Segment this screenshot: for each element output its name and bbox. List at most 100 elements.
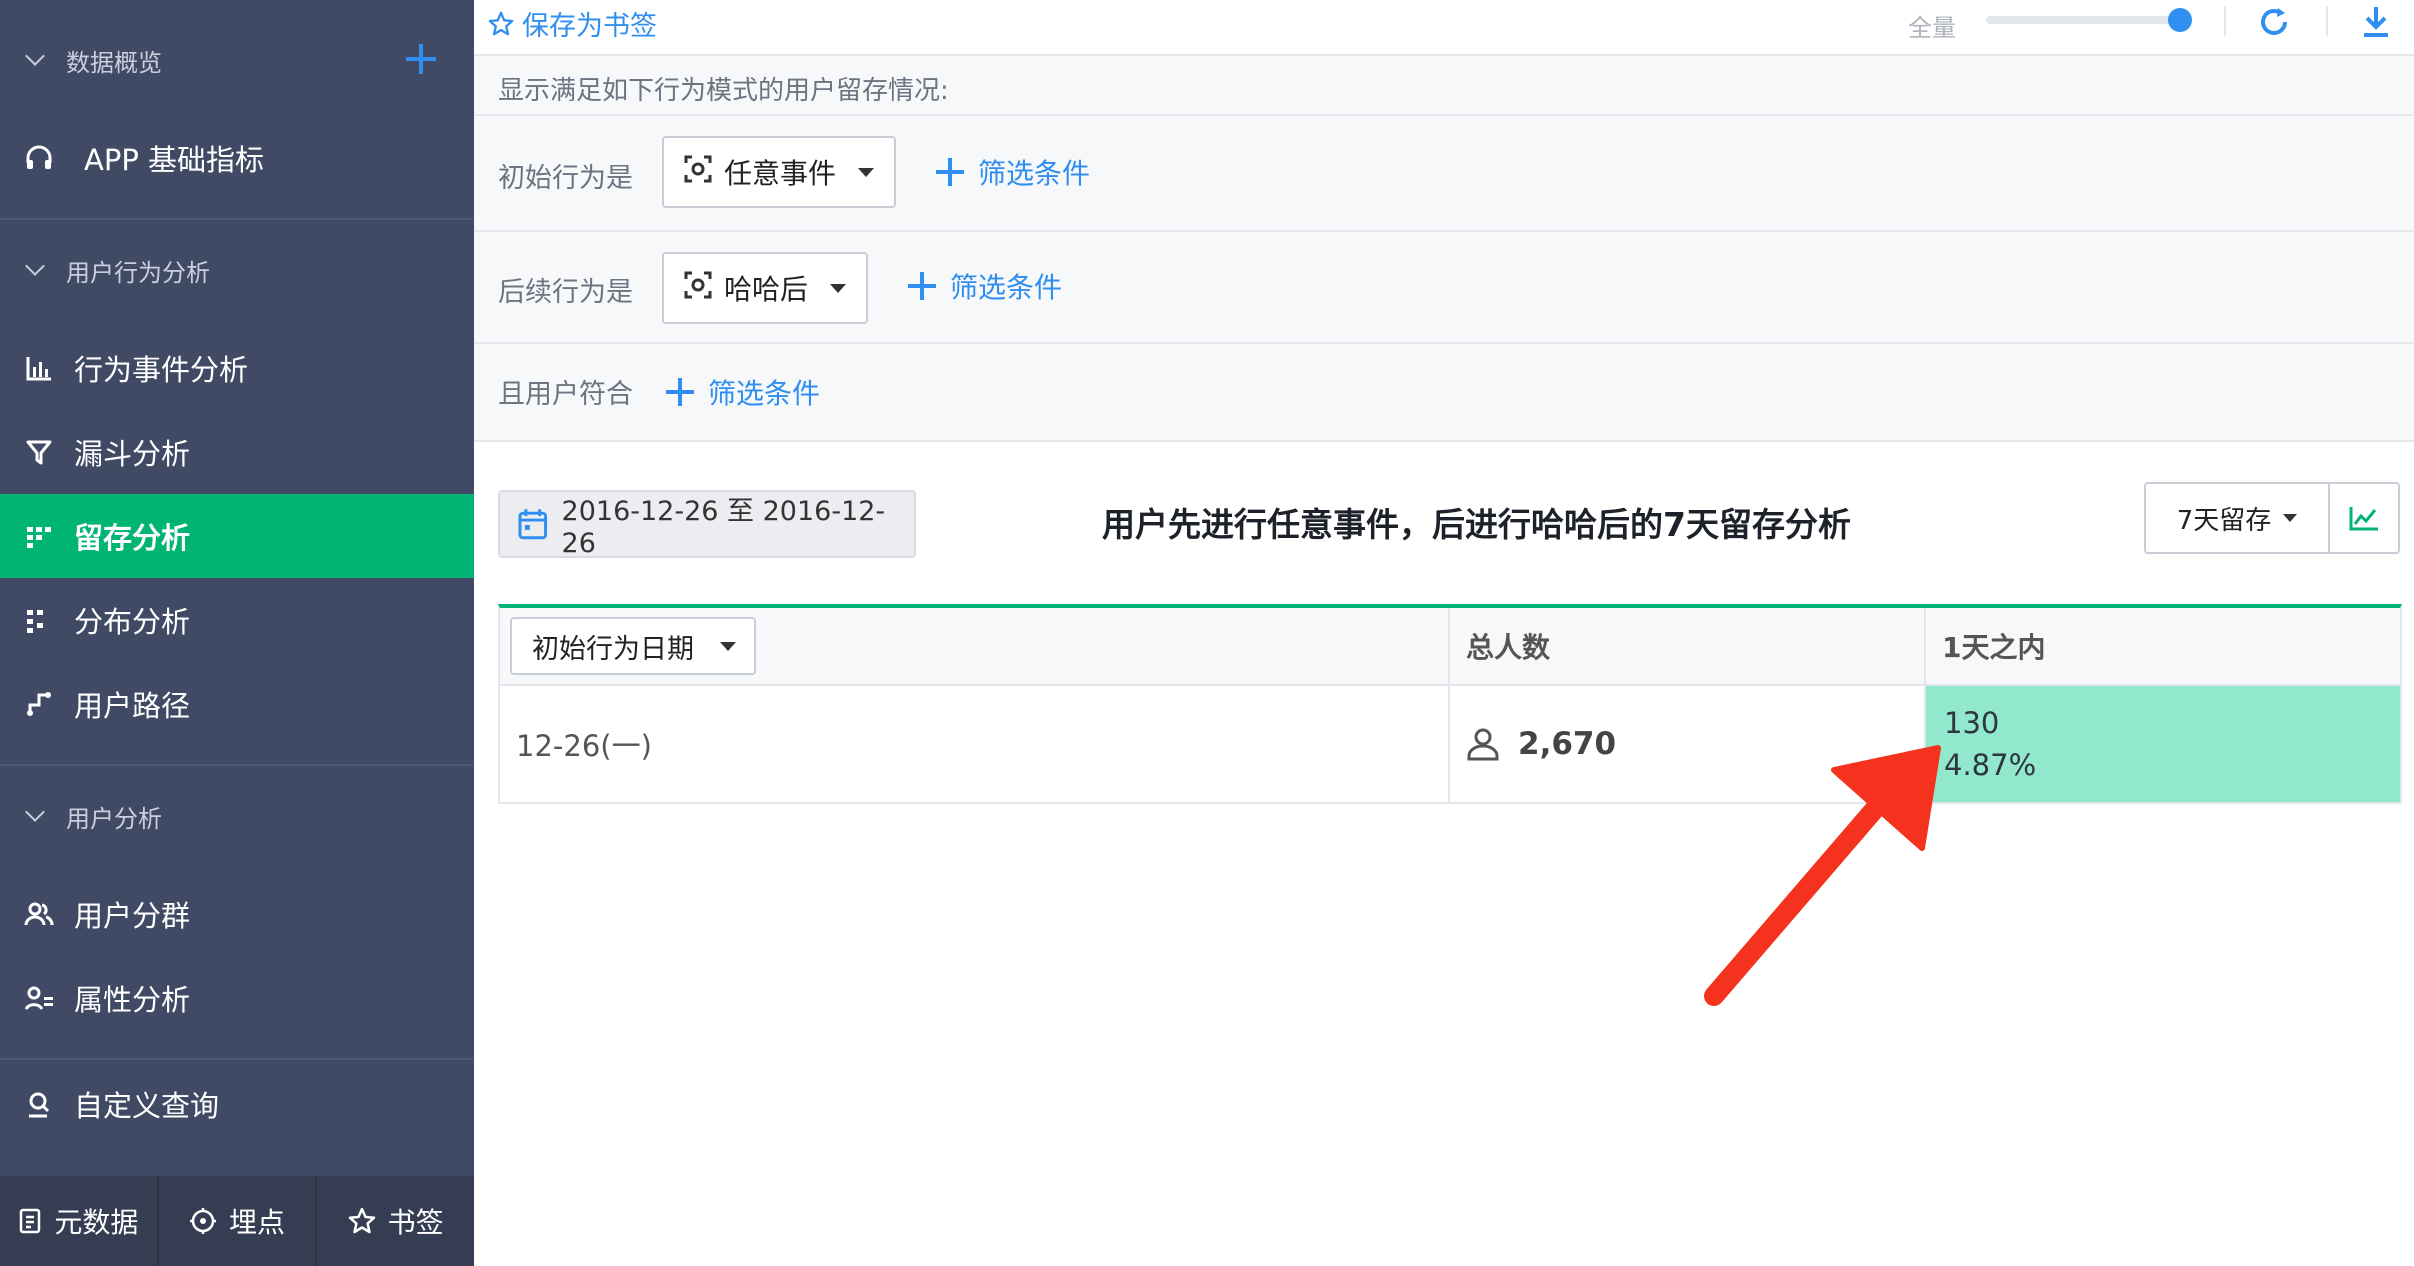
bar-chart-icon [22, 351, 56, 385]
user-condition-row: 且用户符合 筛选条件 [474, 342, 2414, 442]
users-group-icon [22, 897, 56, 931]
section-user-behavior[interactable]: 用户行为分析 [0, 228, 474, 312]
add-subsequent-filter-button[interactable]: 筛选条件 [908, 266, 1062, 306]
line-chart-icon [2349, 507, 2378, 531]
initial-behavior-label: 初始行为是 [498, 163, 633, 194]
table-header-day1: 1天之内 [1924, 608, 2400, 686]
sidebar-item-label: 漏斗分析 [74, 437, 191, 471]
add-user-filter-button[interactable]: 筛选条件 [666, 372, 820, 412]
top-toolbar: 保存为书签 全量 [474, 0, 2414, 56]
caret-down-icon [2283, 514, 2298, 522]
section-label: 用户分析 [66, 804, 162, 833]
behavior-filter-panel: 显示满足如下行为模式的用户留存情况: 初始行为是 任意事件 筛选条件 后续行为是 [474, 56, 2414, 442]
user-icon [1467, 728, 1499, 761]
filter-intro-text: 显示满足如下行为模式的用户留存情况: [498, 76, 949, 106]
date-range-value: 2016-12-26 至 2016-12-26 [561, 496, 886, 559]
save-bookmark-link[interactable]: 保存为书签 [488, 4, 657, 43]
subsequent-behavior-label: 后续行为是 [498, 277, 633, 308]
add-initial-filter-button[interactable]: 筛选条件 [936, 152, 1090, 192]
day1-retention-rate: 4.87% [1944, 748, 2037, 782]
tracking-label: 埋点 [229, 1206, 286, 1239]
save-bookmark-label: 保存为书签 [522, 11, 657, 42]
calendar-icon [518, 509, 548, 540]
bookmarks-label: 书签 [387, 1206, 444, 1239]
metadata-button[interactable]: 元数据 [0, 1176, 159, 1266]
chevron-down-icon [25, 46, 45, 66]
tracking-button[interactable]: 埋点 [159, 1176, 318, 1266]
sidebar-item-label: 用户分群 [74, 899, 191, 933]
main-content: 保存为书签 全量 显示满足如下行为模式的用户留存情况: 初始行为是 任意事件 筛… [474, 0, 2414, 1266]
refresh-button[interactable] [2254, 2, 2294, 42]
date-range-picker[interactable]: 2016-12-26 至 2016-12-26 [498, 490, 916, 559]
sidebar-divider [0, 764, 474, 766]
sidebar-item-label: 分布分析 [74, 605, 191, 639]
path-icon [22, 687, 56, 721]
section-data-overview[interactable]: 数据概览 [0, 18, 474, 102]
caret-down-icon [720, 641, 736, 651]
row-date: 12-26(一) [516, 729, 652, 763]
download-button[interactable] [2356, 2, 2396, 42]
table-header-date: 初始行为日期 [500, 608, 1448, 686]
sampling-slider-handle[interactable] [2168, 8, 2192, 32]
user-attribute-icon [22, 981, 56, 1015]
document-icon [20, 1208, 41, 1234]
section-label: 用户行为分析 [66, 258, 210, 287]
headphones-icon [22, 141, 56, 175]
plus-icon [936, 158, 964, 186]
funnel-icon [22, 435, 56, 469]
star-icon [348, 1207, 375, 1234]
table-cell-total[interactable]: 2,670 [1448, 686, 1924, 802]
distribution-icon [22, 603, 56, 637]
event-target-icon [684, 155, 712, 190]
retention-period-select: 7天留存 [2144, 482, 2400, 554]
sidebar-item-distribution[interactable]: 分布分析 [0, 578, 474, 662]
initial-event-value: 任意事件 [724, 157, 837, 190]
sampling-slider-track[interactable] [1986, 16, 2176, 24]
sidebar-item-label: APP 基础指标 [84, 143, 265, 177]
table-cell-day1-retention[interactable]: 130 4.87% [1924, 686, 2400, 802]
sidebar-item-app-metrics[interactable]: APP 基础指标 [0, 116, 474, 200]
add-filter-label: 筛选条件 [978, 157, 1091, 190]
total-header-label: 总人数 [1466, 631, 1551, 664]
initial-behavior-row: 初始行为是 任意事件 筛选条件 [474, 114, 2414, 230]
sidebar-bottom-bar: 元数据 埋点 书签 [0, 1176, 474, 1266]
sidebar-item-label: 用户路径 [74, 689, 191, 723]
subsequent-event-select[interactable]: 哈哈后 [662, 252, 869, 324]
day1-header-label: 1天之内 [1942, 631, 2046, 664]
sidebar-item-label: 留存分析 [74, 521, 191, 555]
plus-icon [908, 272, 936, 300]
table-cell-date: 12-26(一) [500, 686, 1448, 802]
target-icon [190, 1208, 216, 1234]
plus-icon [666, 378, 694, 406]
retention-grid-icon [22, 519, 56, 553]
add-dashboard-button[interactable] [404, 42, 438, 76]
bookmarks-button[interactable]: 书签 [317, 1176, 474, 1266]
sidebar-divider [0, 218, 474, 220]
refresh-icon [2261, 8, 2287, 35]
chart-view-button[interactable] [2330, 484, 2398, 552]
sidebar-item-user-groups[interactable]: 用户分群 [0, 872, 474, 956]
toolbar-divider [2326, 6, 2328, 36]
user-condition-label: 且用户符合 [498, 379, 633, 410]
add-filter-label: 筛选条件 [950, 271, 1063, 304]
chevron-down-icon [25, 256, 45, 276]
sidebar-item-label: 行为事件分析 [74, 353, 249, 387]
sidebar-item-custom-query[interactable]: 自定义查询 [0, 1062, 474, 1146]
table-header-total: 总人数 [1448, 608, 1924, 686]
sidebar-item-event-analysis[interactable]: 行为事件分析 [0, 326, 474, 410]
sidebar-item-user-path[interactable]: 用户路径 [0, 662, 474, 746]
subsequent-behavior-row: 后续行为是 哈哈后 筛选条件 [474, 230, 2414, 342]
sidebar-item-attribute-analysis[interactable]: 属性分析 [0, 956, 474, 1040]
subsequent-event-value: 哈哈后 [724, 273, 809, 306]
caret-down-icon [858, 167, 875, 177]
download-icon [2364, 7, 2388, 37]
section-user-analysis[interactable]: 用户分析 [0, 774, 474, 858]
sidebar-item-label: 属性分析 [74, 983, 191, 1017]
event-target-icon [684, 271, 712, 306]
analysis-title: 用户先进行任意事件，后进行哈哈后的7天留存分析 [1102, 505, 1851, 544]
date-dimension-select[interactable]: 初始行为日期 [510, 617, 756, 675]
initial-event-select[interactable]: 任意事件 [662, 136, 897, 208]
sidebar-item-funnel[interactable]: 漏斗分析 [0, 410, 474, 494]
retention-period-dropdown[interactable]: 7天留存 [2146, 484, 2330, 552]
sidebar-item-retention[interactable]: 留存分析 [0, 494, 474, 578]
